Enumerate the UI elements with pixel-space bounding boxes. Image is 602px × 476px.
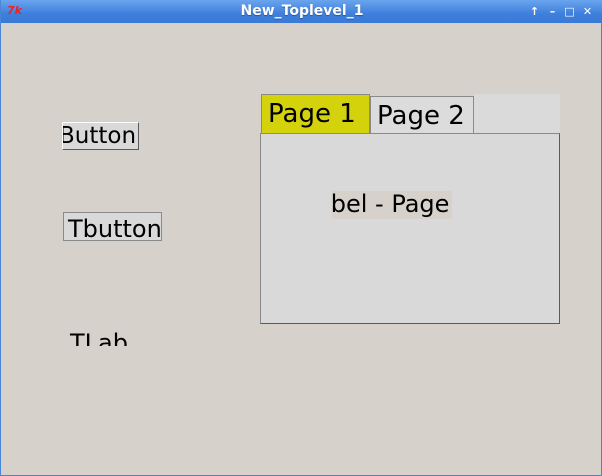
tlabel: TLabel [50, 325, 128, 346]
button[interactable]: Button [62, 122, 139, 150]
tab-strip-empty [474, 94, 560, 134]
tbutton-label: Tbutton [68, 215, 162, 241]
page-1-label-text: TLabel - Page 1 [332, 191, 452, 218]
toplevel-window: 7k New_Toplevel_1 ↑ – □ ✕ Button Tbutton… [0, 0, 602, 476]
title-bar[interactable]: 7k New_Toplevel_1 ↑ – □ ✕ [1, 0, 602, 23]
window-content: Button Tbutton TLabel Page 1 Page 2 TLab… [2, 23, 600, 474]
close-icon[interactable]: ✕ [581, 5, 594, 18]
restore-icon[interactable]: □ [563, 5, 576, 18]
tab-page-1-label: Page 1 [268, 99, 356, 129]
tab-page-2-label: Page 2 [377, 101, 465, 131]
maximize-arrow-icon[interactable]: ↑ [528, 5, 541, 18]
tab-page-1[interactable]: Page 1 [261, 94, 370, 134]
page-1-label: TLabel - Page 1 [332, 191, 452, 219]
window-title: New_Toplevel_1 [240, 3, 364, 19]
minimize-icon[interactable]: – [546, 5, 559, 18]
tab-page-2[interactable]: Page 2 [370, 96, 474, 134]
notebook-page-1: TLabel - Page 1 [260, 133, 560, 324]
tlabel-text: TLabel [70, 329, 128, 346]
tbutton[interactable]: Tbutton [63, 212, 162, 241]
button-label: Button [62, 123, 137, 149]
